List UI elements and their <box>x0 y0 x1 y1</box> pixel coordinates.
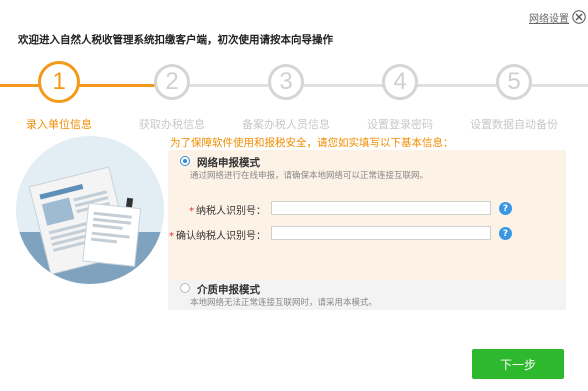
step-3-number: 3 <box>279 68 293 95</box>
step-3-label: 备案办税人员信息 <box>242 118 330 131</box>
step-3-circle: 3 <box>268 64 304 100</box>
step-5-label: 设置数据自动备份 <box>470 118 558 131</box>
info-notice: 为了保障软件使用和报税安全，请您如实填写以下基本信息： <box>170 137 454 149</box>
document-illustration <box>16 136 164 284</box>
step-1-label: 录入单位信息 <box>26 118 92 131</box>
step-1-number: 1 <box>52 68 66 95</box>
media-mode-title[interactable]: 介质申报模式 <box>197 282 260 297</box>
step-4-circle: 4 <box>382 64 418 100</box>
confirm-taxpayer-id-label: * 确认纳税人识别号： <box>169 227 266 242</box>
media-mode-radio[interactable] <box>180 283 190 293</box>
network-settings-link[interactable]: 网络设置 <box>529 10 569 25</box>
online-mode-radio[interactable] <box>180 156 190 166</box>
step-2-number: 2 <box>165 68 179 95</box>
step-2-circle: 2 <box>154 64 190 100</box>
required-mark: * <box>189 206 194 217</box>
taxpayer-id-label-text: 纳税人识别号： <box>196 206 266 217</box>
media-mode-description: 本地网络无法正常连接互联网时，请采用本模式。 <box>190 298 378 308</box>
online-mode-title[interactable]: 网络申报模式 <box>197 155 260 170</box>
next-button[interactable]: 下一步 <box>472 349 564 379</box>
confirm-taxpayer-id-label-text: 确认纳税人识别号： <box>176 231 266 242</box>
online-mode-description: 通过网络进行在线申报，请确保本地网络可以正常连接互联网。 <box>190 171 429 181</box>
welcome-text: 欢迎进入自然人税收管理系统扣缴客户端，初次使用请按本向导操作 <box>18 34 333 46</box>
step-5-number: 5 <box>507 68 521 95</box>
step-4-number: 4 <box>393 68 407 95</box>
close-icon[interactable] <box>572 9 586 24</box>
step-2-label: 获取办税信息 <box>139 118 205 131</box>
taxpayer-id-help-icon[interactable]: ? <box>499 202 512 215</box>
taxpayer-id-label: * 纳税人识别号： <box>189 202 266 217</box>
taxpayer-id-input[interactable] <box>271 201 491 215</box>
confirm-taxpayer-id-input[interactable] <box>271 226 491 240</box>
confirm-taxpayer-id-help-icon[interactable]: ? <box>499 227 512 240</box>
step-4-label: 设置登录密码 <box>367 118 433 131</box>
required-mark: * <box>169 231 174 242</box>
step-1-circle: 1 <box>38 61 80 103</box>
step-5-circle: 5 <box>496 64 532 100</box>
